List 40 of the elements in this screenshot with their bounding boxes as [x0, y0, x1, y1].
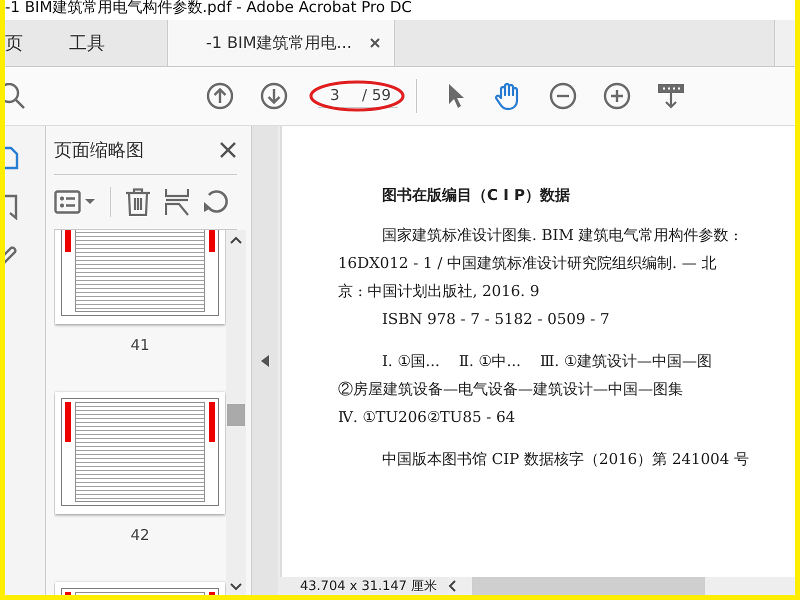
scrollbar-thumb[interactable] [472, 577, 705, 595]
page-thumbnail[interactable] [55, 230, 225, 324]
page-total: / 59 [362, 86, 391, 104]
document-text: Ⅰ. ①国... Ⅱ. ①中... Ⅲ. ①建筑设计—中国—图 [381, 351, 713, 372]
document-text: ISBN 978 - 7 - 5182 - 0509 - 7 [381, 309, 611, 330]
next-page-icon[interactable] [260, 82, 288, 110]
previous-page-icon[interactable] [206, 82, 234, 110]
rotate-icon[interactable] [203, 188, 231, 216]
scroll-up-icon[interactable] [230, 236, 242, 244]
keyboard-icon[interactable] [657, 82, 685, 110]
tab[interactable]: 页 [5, 20, 51, 66]
document-text: Ⅳ. ①TU206②TU85 - 64 [338, 407, 516, 428]
scrollbar-thumb[interactable] [227, 404, 245, 426]
document-text: ②房屋建筑设备—电气设备—建筑设计—中国—图集 [338, 379, 684, 400]
document-heading: 图书在版编目（C I P）数据 [382, 186, 572, 205]
page-size: 43.704 x 31.147 厘米 [299, 578, 438, 595]
page-thumbnail[interactable] [55, 392, 225, 514]
collapse-arrow-icon[interactable] [261, 354, 269, 366]
close-icon[interactable] [370, 38, 380, 48]
panel-title: 页面缩略图 [54, 139, 144, 162]
page-number-field[interactable]: 3 [330, 86, 346, 104]
bookmark-icon[interactable] [5, 194, 19, 220]
page-label: 42 [130, 526, 150, 544]
document-text: 京 : 中国计划出版社, 2016. 9 [338, 281, 540, 302]
options-dropdown-icon[interactable] [54, 190, 96, 214]
split-page-icon[interactable] [165, 188, 189, 216]
zoom-out-icon[interactable] [549, 82, 577, 110]
trash-icon[interactable] [125, 188, 151, 216]
page-icon[interactable] [5, 146, 19, 170]
scroll-down-icon[interactable] [230, 583, 242, 591]
tab[interactable]: 工具 [51, 20, 123, 66]
page-label: 41 [130, 336, 150, 354]
zoom-in-icon[interactable] [603, 82, 631, 110]
document-text: 16DX012 - 1 / 中国建筑标准设计研究院组织编制. — 北 [338, 253, 718, 274]
document-text: 中国版本图书馆 CIP 数据核字（2016）第 241004 号 [381, 449, 750, 470]
document-text: 国家建筑标准设计图集. BIM 建筑电气常用构件参数 : [381, 225, 740, 246]
close-icon[interactable] [219, 141, 237, 159]
search-icon[interactable] [5, 83, 27, 109]
scroll-left-icon[interactable] [448, 580, 456, 592]
tab[interactable]: -1 BIM建筑常用电... [167, 20, 395, 66]
